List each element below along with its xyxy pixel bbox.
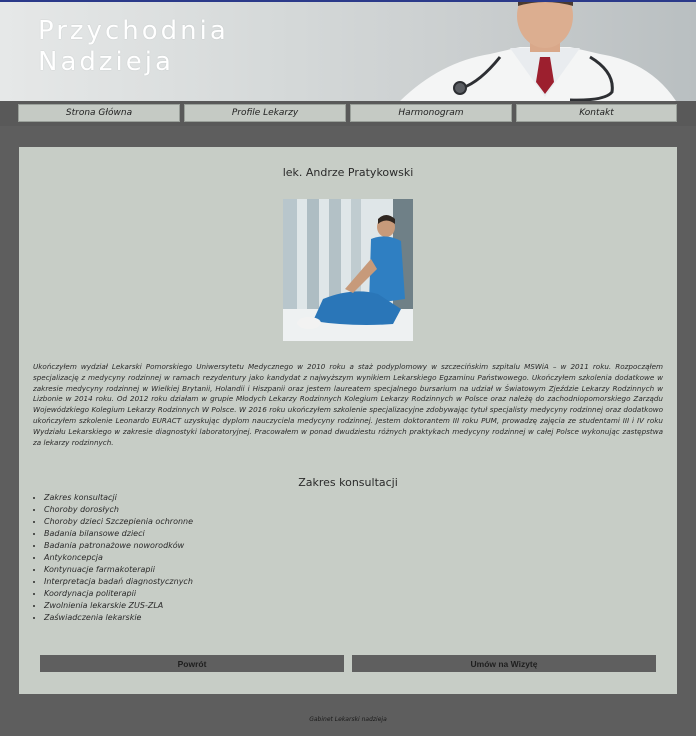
consultations-list: Zakres konsultacji Choroby dorosłych Cho… (33, 492, 193, 624)
nav-doctor-profiles[interactable]: Profile Lekarzy (184, 104, 346, 122)
list-item: Antykoncepcja (44, 552, 193, 564)
list-item: Badania bilansowe dzieci (44, 528, 193, 540)
list-item: Interpretacja badań diagnostycznych (44, 576, 193, 588)
clinic-title-line2: Nadzieja (38, 47, 174, 77)
doctor-bio: Ukończyłem wydział Lekarski Pomorskiego … (33, 362, 663, 447)
list-item: Choroby dorosłych (44, 504, 193, 516)
doctor-photo (283, 199, 413, 341)
list-item: Koordynacja politerapii (44, 588, 193, 600)
list-item: Badania patronażowe noworodków (44, 540, 193, 552)
clinic-title: Przychodnia Nadzieja (38, 16, 229, 78)
list-item: Zakres konsultacji (44, 492, 193, 504)
list-item: Kontynuacje farmakoterapii (44, 564, 193, 576)
list-item: Zwolnienia lekarskie ZUS-ZLA (44, 600, 193, 612)
header-banner: Przychodnia Nadzieja (0, 2, 696, 101)
doctor-profile-panel: lek. Andrze Pratykowski Ukończyłem wydzi… (19, 147, 677, 694)
book-appointment-button[interactable]: Umów na Wizytę (352, 655, 656, 672)
clinic-title-line1: Przychodnia (38, 16, 229, 46)
list-item: Choroby dzieci Szczepienia ochronne (44, 516, 193, 528)
list-item: Zaświadczenia lekarskie (44, 612, 193, 624)
nav-home[interactable]: Strona Główna (18, 104, 180, 122)
nav-schedule[interactable]: Harmonogram (350, 104, 512, 122)
footer-text: Gabinet Lekarski nadzieja (309, 716, 387, 723)
doctor-banner-image (400, 2, 676, 101)
nav-contact[interactable]: Kontakt (516, 104, 677, 122)
doctor-name: lek. Andrze Pratykowski (282, 166, 414, 179)
back-button[interactable]: Powrót (40, 655, 344, 672)
consultations-title: Zakres konsultacji (298, 476, 398, 489)
main-nav: Strona Główna Profile Lekarzy Harmonogra… (0, 101, 696, 126)
